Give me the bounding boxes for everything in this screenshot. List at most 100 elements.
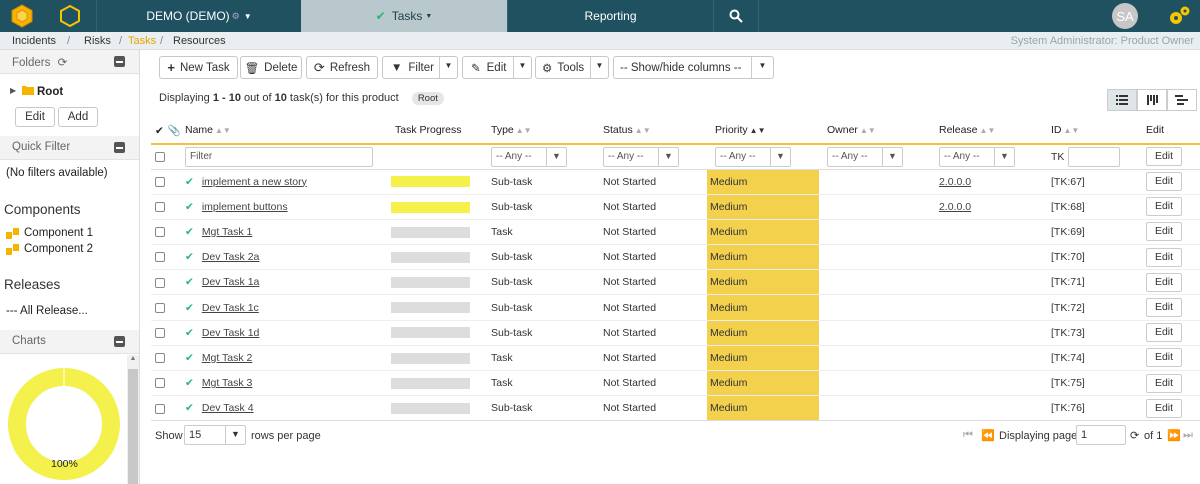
list-view-icon[interactable] (1107, 89, 1137, 111)
expand-arrow-icon[interactable]: ▶ (10, 86, 16, 95)
folder-add-button[interactable]: Add (58, 107, 98, 127)
task-name-link[interactable]: Dev Task 1c (202, 302, 259, 314)
folder-edit-button[interactable]: Edit (15, 107, 55, 127)
task-name-link[interactable]: Dev Task 4 (202, 402, 254, 414)
row-edit-button[interactable]: Edit (1146, 197, 1182, 217)
row-checkbox[interactable] (155, 227, 165, 238)
releases-dropdown[interactable]: --- All Release... (6, 305, 88, 317)
component-item-1[interactable]: Component 1 (24, 227, 93, 239)
delete-button[interactable]: 🗑 Delete (240, 56, 302, 79)
last-page-icon[interactable]: ⏭ (1183, 429, 1193, 442)
collapse-icon[interactable] (114, 336, 125, 347)
first-page-icon[interactable]: ⏮ (963, 429, 973, 442)
row-checkbox[interactable] (155, 327, 165, 338)
sidebar-scrollbar[interactable]: ▲ (127, 355, 139, 484)
row-edit-button[interactable]: Edit (1146, 272, 1182, 292)
filter-button[interactable]: ▼ Filter ▼ (382, 56, 458, 79)
breadcrumb-risks[interactable]: Risks (84, 35, 111, 47)
task-name-link[interactable]: implement a new story (202, 176, 307, 188)
folder-root[interactable]: Root (37, 86, 63, 98)
column-priority[interactable]: Priority (715, 124, 748, 136)
type-filter-select[interactable]: -- Any -- ▼ (491, 146, 567, 167)
task-name-link[interactable]: Mgt Task 3 (202, 377, 253, 389)
row-checkbox[interactable] (155, 378, 165, 389)
rows-per-page-select[interactable]: 15 ▼ (184, 425, 246, 445)
filter-edit-button[interactable]: Edit (1146, 147, 1182, 167)
show-hide-columns-select[interactable]: -- Show/hide columns -- ▼ (613, 56, 774, 79)
priority-filter-select[interactable]: -- Any -- ▼ (715, 146, 791, 167)
breadcrumb-resources[interactable]: Resources (173, 35, 226, 47)
project-selector[interactable]: DEMO (DEMO) ⚙ ▼ (96, 0, 301, 32)
row-checkbox[interactable] (155, 302, 165, 313)
column-task-progress[interactable]: Task Progress (395, 124, 462, 136)
sort-icon[interactable]: ▲▼ (980, 126, 996, 135)
name-filter-input[interactable]: Filter (185, 146, 373, 167)
row-edit-button[interactable]: Edit (1146, 172, 1182, 192)
refresh-button[interactable]: ⟳ Refresh (306, 56, 378, 79)
task-name-link[interactable]: implement buttons (202, 201, 288, 213)
row-checkbox[interactable] (155, 277, 165, 288)
chevron-down-icon[interactable]: ▼ (439, 57, 457, 78)
row-edit-button[interactable]: Edit (1146, 348, 1182, 368)
select-all-checkbox[interactable] (155, 151, 165, 162)
sort-icon[interactable]: ▲▼ (516, 126, 532, 135)
column-owner[interactable]: Owner (827, 124, 858, 136)
sort-icon[interactable]: ▲▼ (215, 126, 231, 135)
breadcrumb-incidents[interactable]: Incidents (12, 35, 56, 47)
breadcrumb-tasks[interactable]: Tasks (128, 35, 156, 47)
edit-button[interactable]: ✎ Edit ▼ (462, 56, 532, 79)
select-all-check-icon[interactable]: ✔ (155, 125, 164, 137)
owner-filter-select[interactable]: -- Any -- ▼ (827, 146, 903, 167)
column-type[interactable]: Type (491, 124, 514, 136)
task-name-link[interactable]: Dev Task 2a (202, 251, 260, 263)
task-name-link[interactable]: Mgt Task 2 (202, 352, 253, 364)
column-release[interactable]: Release (939, 124, 978, 136)
task-name-link[interactable]: Dev Task 1a (202, 276, 260, 288)
row-edit-button[interactable]: Edit (1146, 398, 1182, 418)
user-avatar[interactable]: SA (1110, 0, 1140, 32)
board-view-icon[interactable] (1137, 89, 1167, 111)
row-checkbox[interactable] (155, 252, 165, 263)
row-checkbox[interactable] (155, 353, 165, 364)
collapse-icon[interactable] (114, 142, 125, 153)
row-edit-button[interactable]: Edit (1146, 373, 1182, 393)
task-release-link[interactable]: 2.0.0.0 (939, 176, 971, 188)
refresh-icon[interactable]: ⟳ (58, 57, 68, 69)
sort-icon[interactable]: ▲▼ (635, 126, 651, 135)
task-name-link[interactable]: Mgt Task 1 (202, 226, 253, 238)
row-edit-button[interactable]: Edit (1146, 298, 1182, 318)
component-item-2[interactable]: Component 2 (24, 243, 93, 255)
refresh-icon[interactable]: ⟳ (1130, 429, 1139, 442)
row-checkbox[interactable] (155, 202, 165, 212)
row-edit-button[interactable]: Edit (1146, 323, 1182, 343)
row-edit-button[interactable]: Edit (1146, 222, 1182, 242)
release-filter-select[interactable]: -- Any -- ▼ (939, 146, 1015, 167)
app-logo[interactable] (0, 0, 44, 32)
row-checkbox[interactable] (155, 176, 165, 187)
tab-tasks[interactable]: ✔ Tasks ▼ (301, 0, 507, 32)
id-filter-input[interactable] (1068, 146, 1121, 167)
column-id[interactable]: ID (1051, 124, 1062, 136)
page-number-input[interactable]: 1 (1076, 425, 1126, 445)
task-name-link[interactable]: Dev Task 1d (202, 327, 260, 339)
sort-icon[interactable]: ▲▼ (1064, 126, 1080, 135)
gantt-view-icon[interactable] (1167, 89, 1197, 111)
status-filter-select[interactable]: -- Any -- ▼ (603, 146, 679, 167)
sort-icon[interactable]: ▲▼ (750, 126, 766, 135)
chevron-down-icon[interactable]: ▼ (513, 57, 531, 78)
search-button[interactable] (713, 0, 759, 32)
tools-button[interactable]: ⚙ Tools ▼ (535, 56, 609, 79)
new-task-button[interactable]: + New Task (159, 56, 238, 79)
column-name[interactable]: Name (185, 124, 213, 136)
row-edit-button[interactable]: Edit (1146, 247, 1182, 267)
tab-reporting[interactable]: Reporting (507, 0, 713, 32)
row-checkbox[interactable] (155, 403, 165, 414)
previous-page-icon[interactable]: ⏪ (981, 429, 995, 442)
collapse-icon[interactable] (114, 56, 125, 67)
task-release-link[interactable]: 2.0.0.0 (939, 201, 971, 213)
product-hexagon-icon[interactable] (44, 0, 96, 32)
administration-gears-icon[interactable] (1160, 0, 1200, 32)
chevron-down-icon[interactable]: ▼ (590, 57, 608, 78)
sort-icon[interactable]: ▲▼ (860, 126, 876, 135)
next-page-icon[interactable]: ⏩ (1167, 429, 1181, 442)
